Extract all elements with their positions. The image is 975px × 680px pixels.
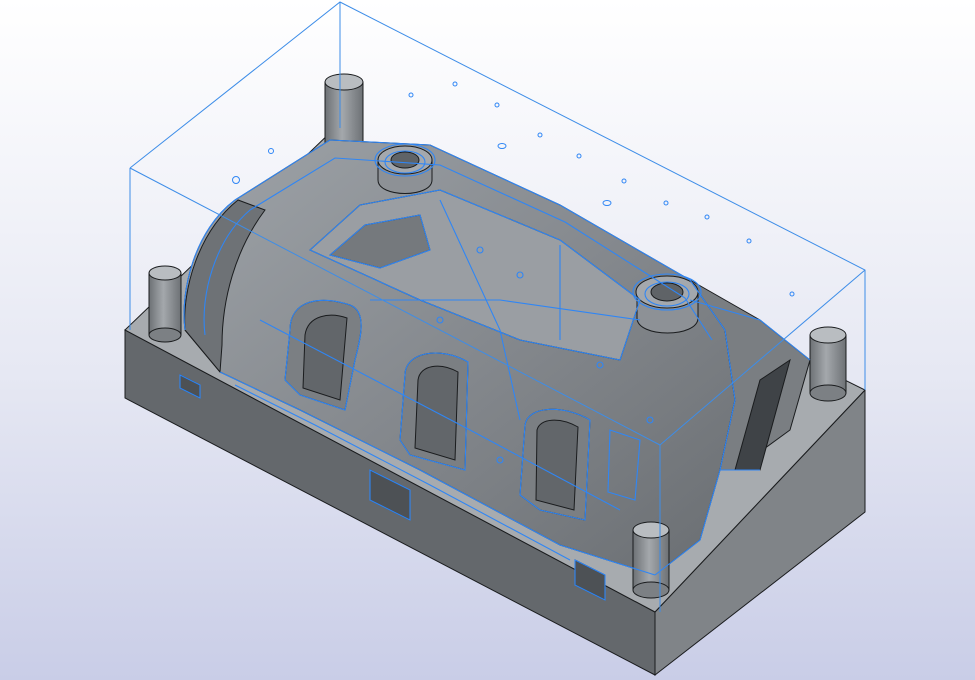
3d-model-view[interactable] xyxy=(0,0,975,680)
guide-pin-right[interactable] xyxy=(809,326,847,402)
guide-pin-left[interactable] xyxy=(148,265,182,343)
graphics-viewport[interactable] xyxy=(0,0,975,680)
guide-pin-front[interactable] xyxy=(632,521,670,599)
boss-top[interactable] xyxy=(377,145,433,194)
